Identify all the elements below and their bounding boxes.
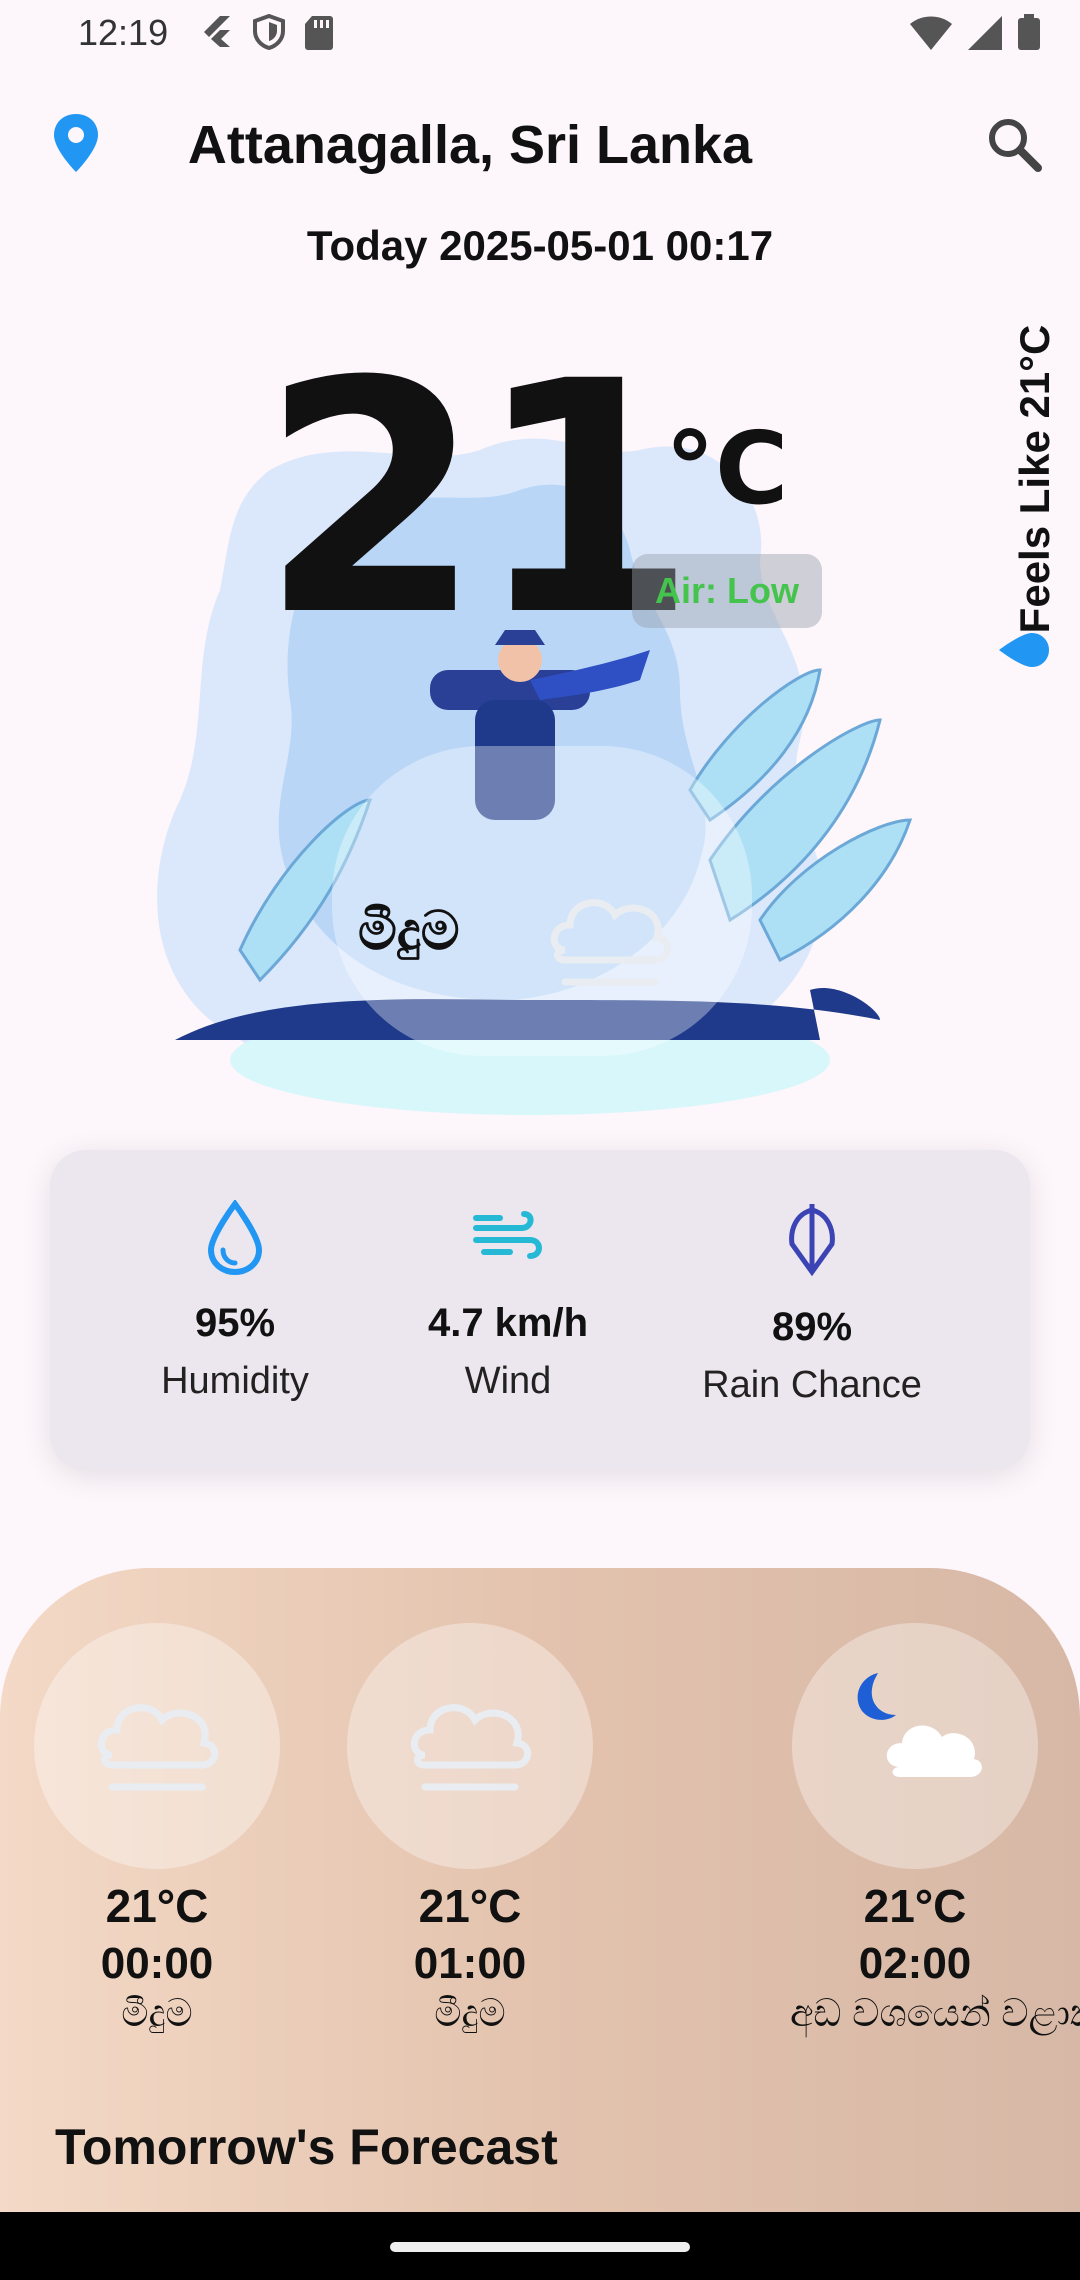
hourly-item[interactable]: 21°C 01:00 මීදුම bbox=[345, 1623, 595, 2036]
rain-chance-label: Rain Chance bbox=[702, 1364, 922, 1406]
wind-icon bbox=[473, 1211, 542, 1259]
condition-label: මීදුම bbox=[358, 901, 460, 961]
hourly-item[interactable]: 21°C 02:00 අඩ වශයෙන් වළාකුළු ස bbox=[790, 1623, 1080, 2036]
status-bar: 12:19 bbox=[0, 0, 1080, 70]
weather-stats-card: 95% Humidity 4.7 km/h Wind 89% Rain Chan… bbox=[50, 1150, 1030, 1470]
air-quality-badge: Air: Low bbox=[632, 554, 822, 628]
hourly-desc: අඩ වශයෙන් වළාකුළු ස bbox=[790, 1993, 1080, 2035]
signal-icon bbox=[968, 16, 1002, 50]
rain-chance-value: 89% bbox=[771, 1305, 853, 1349]
hourly-temp: 21°C bbox=[418, 1880, 522, 1932]
status-time: 12:19 bbox=[78, 12, 169, 53]
battery-icon bbox=[1018, 14, 1040, 50]
temperature-unit: °C bbox=[665, 410, 789, 527]
current-temperature: 21 bbox=[260, 314, 697, 686]
feels-like: Feels Like 21°C bbox=[999, 305, 1065, 685]
hourly-icon-circle bbox=[34, 1623, 280, 1869]
current-weather-hero: 21 °C Air: Low මීදුම bbox=[120, 300, 960, 1120]
humidity-value: 95% bbox=[194, 1301, 276, 1345]
humidity-drop-icon bbox=[207, 1198, 263, 1276]
status-notifications bbox=[200, 14, 334, 50]
feels-like-label: Feels Like 21°C bbox=[1011, 324, 1058, 634]
hourly-desc: මීදුම bbox=[434, 1993, 506, 2035]
tomorrow-forecast-title: Tomorrow's Forecast bbox=[55, 2119, 558, 2175]
hourly-temp: 21°C bbox=[105, 1880, 209, 1932]
hourly-time: 01:00 bbox=[413, 1939, 527, 1988]
sd-card-icon bbox=[305, 16, 333, 50]
app-header: Attanagalla, Sri Lanka bbox=[0, 100, 1080, 190]
search-icon[interactable] bbox=[986, 116, 1042, 172]
system-navigation-bar bbox=[0, 2212, 1080, 2280]
stat-humidity: 95% Humidity bbox=[105, 1198, 365, 1403]
wind-label: Wind bbox=[464, 1360, 552, 1402]
hourly-icon-circle bbox=[792, 1623, 1038, 1869]
hourly-time: 00:00 bbox=[100, 1939, 214, 1988]
status-system-icons bbox=[910, 14, 1040, 50]
stat-rain-chance: 89% Rain Chance bbox=[682, 1200, 942, 1407]
shield-icon bbox=[253, 14, 285, 50]
hourly-temp: 21°C bbox=[863, 1880, 967, 1932]
humidity-label: Humidity bbox=[161, 1360, 309, 1402]
feels-drop-icon bbox=[999, 633, 1049, 667]
fog-cloud-icon bbox=[550, 899, 672, 986]
hourly-desc: මීදුම bbox=[121, 1993, 193, 2035]
fog-cloud-icon bbox=[97, 1704, 219, 1791]
hourly-item[interactable]: 21°C 00:00 මීදුම bbox=[32, 1623, 282, 2036]
wind-value: 4.7 km/h bbox=[427, 1301, 589, 1345]
flutter-icon bbox=[204, 16, 230, 47]
wifi-icon bbox=[910, 16, 952, 50]
location-title: Attanagalla, Sri Lanka bbox=[187, 115, 753, 175]
moon-cloud-icon bbox=[857, 1673, 982, 1777]
umbrella-icon bbox=[789, 1204, 835, 1277]
stat-wind: 4.7 km/h Wind bbox=[378, 1200, 638, 1403]
date-line: Today 2025-05-01 00:17 bbox=[306, 222, 774, 269]
hourly-icon-circle bbox=[347, 1623, 593, 1869]
hourly-time: 02:00 bbox=[858, 1939, 972, 1988]
home-gesture-handle[interactable] bbox=[390, 2242, 690, 2252]
fog-cloud-icon bbox=[410, 1704, 532, 1791]
